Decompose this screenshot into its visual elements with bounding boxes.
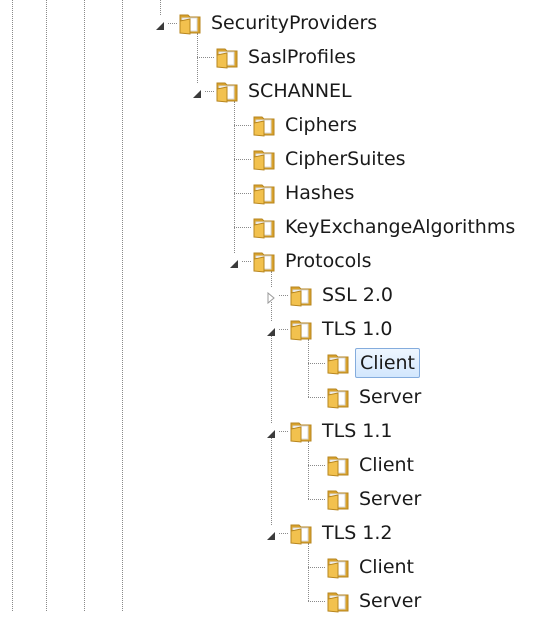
tree-node-label[interactable]: Server (355, 586, 425, 616)
folder-icon (251, 112, 277, 138)
expanded-triangle-icon[interactable] (227, 254, 241, 268)
folder-icon (251, 180, 277, 206)
expanded-triangle-icon[interactable] (153, 16, 167, 30)
expanded-triangle-icon[interactable] (264, 424, 278, 438)
folder-icon (214, 78, 240, 104)
tree-node-label[interactable]: Ciphers (281, 110, 361, 140)
tree-node-label[interactable]: Client (355, 450, 418, 480)
tree-node-securityproviders[interactable]: SecurityProviders (0, 8, 533, 38)
tree-node-label[interactable]: TLS 1.2 (318, 518, 397, 548)
tree-node-ciphers[interactable]: Ciphers (0, 110, 533, 140)
tree-node-tls-1-0[interactable]: TLS 1.0 (0, 314, 533, 344)
folder-icon (251, 248, 277, 274)
tree-node-saslprofiles[interactable]: SaslProfiles (0, 42, 533, 72)
tree-node-label[interactable]: Hashes (281, 178, 358, 208)
tree-node-tls-1-1[interactable]: TLS 1.1 (0, 416, 533, 446)
tree-node-label[interactable]: Server (355, 484, 425, 514)
tree-node-schannel[interactable]: SCHANNEL (0, 76, 533, 106)
tree-node-client[interactable]: Client (0, 348, 533, 378)
folder-icon (325, 452, 351, 478)
folder-icon (325, 350, 351, 376)
tree-node-label[interactable]: KeyExchangeAlgorithms (281, 212, 519, 242)
tree-node-client[interactable]: Client (0, 552, 533, 582)
folder-icon (325, 384, 351, 410)
folder-icon (177, 10, 203, 36)
tree-node-label[interactable]: Client (355, 552, 418, 582)
registry-tree[interactable]: SecurityProviders SaslProfiles SCHANNEL Cip… (0, 0, 533, 613)
folder-icon (325, 486, 351, 512)
folder-icon (325, 588, 351, 614)
tree-node-label[interactable]: SSL 2.0 (318, 280, 397, 310)
tree-node-label[interactable]: Protocols (281, 246, 375, 276)
tree-node-label[interactable]: SCHANNEL (244, 76, 356, 106)
tree-node-keyexchangealgorithms[interactable]: KeyExchangeAlgorithms (0, 212, 533, 242)
folder-icon (325, 554, 351, 580)
expanded-triangle-icon[interactable] (264, 322, 278, 336)
tree-node-ciphersuites[interactable]: CipherSuites (0, 144, 533, 174)
tree-node-label[interactable]: TLS 1.1 (318, 416, 397, 446)
tree-node-hashes[interactable]: Hashes (0, 178, 533, 208)
folder-icon (288, 282, 314, 308)
tree-node-tls-1-2[interactable]: TLS 1.2 (0, 518, 533, 548)
tree-node-label[interactable]: Client (355, 348, 421, 378)
folder-icon (288, 316, 314, 342)
collapsed-triangle-icon[interactable] (264, 288, 278, 305)
folder-icon (251, 214, 277, 240)
expanded-triangle-icon[interactable] (264, 526, 278, 540)
tree-node-server[interactable]: Server (0, 586, 533, 616)
tree-node-server[interactable]: Server (0, 484, 533, 514)
tree-node-ssl-2-0[interactable]: SSL 2.0 (0, 280, 533, 310)
tree-node-label[interactable]: TLS 1.0 (318, 314, 397, 344)
folder-icon (288, 520, 314, 546)
tree-node-label[interactable]: Server (355, 382, 425, 412)
tree-node-label[interactable]: SaslProfiles (244, 42, 360, 72)
tree-node-label[interactable]: SecurityProviders (207, 8, 381, 38)
tree-node-protocols[interactable]: Protocols (0, 246, 533, 276)
expanded-triangle-icon[interactable] (190, 84, 204, 98)
folder-icon (214, 44, 240, 70)
folder-icon (251, 146, 277, 172)
folder-icon (288, 418, 314, 444)
tree-node-label[interactable]: CipherSuites (281, 144, 410, 174)
tree-node-server[interactable]: Server (0, 382, 533, 412)
tree-node-client[interactable]: Client (0, 450, 533, 480)
